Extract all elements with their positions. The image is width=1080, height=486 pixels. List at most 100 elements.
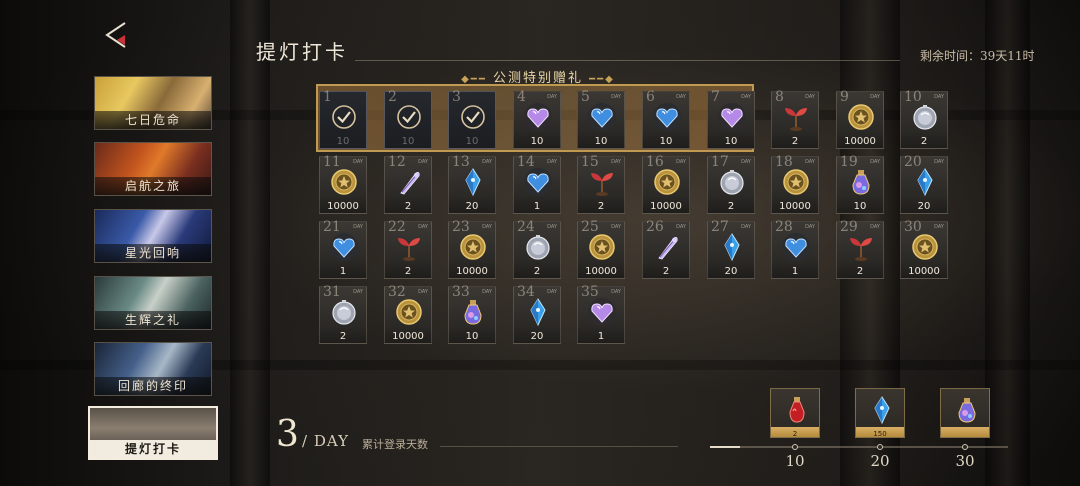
blue-heart-icon — [523, 167, 553, 197]
milestone-reward-30[interactable] — [940, 388, 990, 438]
reward-card-day-29[interactable]: 29 DAY 2 — [836, 219, 884, 279]
reward-card-day-35[interactable]: 35 DAY 1 — [577, 284, 625, 344]
day-tag: DAY — [741, 159, 751, 165]
reward-card-day-28[interactable]: 28 DAY 1 — [771, 219, 819, 279]
day-tag: DAY — [418, 289, 428, 295]
reward-quantity: 2 — [404, 266, 412, 277]
reward-quantity: 10000 — [327, 201, 359, 212]
back-button[interactable] — [103, 20, 131, 50]
login-day-count: 3 — [276, 414, 299, 455]
sidebar-item-label: 星光回响 — [95, 244, 211, 262]
gold-coin-icon — [910, 232, 940, 262]
login-day-unit: / DAY — [302, 432, 349, 450]
sidebar-item-corridor[interactable]: 回廊的终印 — [94, 342, 212, 396]
reward-card-day-33[interactable]: 33 DAY 10 — [448, 284, 496, 344]
reward-card-day-19[interactable]: 19 DAY 10 — [836, 154, 884, 214]
day-tag: DAY — [611, 289, 621, 295]
reward-quantity: 20 — [465, 201, 479, 212]
reward-card-day-13[interactable]: 13 DAY 20 — [448, 154, 496, 214]
reward-card-day-27[interactable]: 27 DAY 20 — [707, 219, 755, 279]
purple-heart-icon — [717, 102, 747, 132]
reward-card-day-30[interactable]: 30 DAY 10000 — [900, 219, 948, 279]
reward-card-day-10[interactable]: 10 DAY 2 — [900, 89, 948, 149]
reward-card-day-14[interactable]: 14 DAY 1 — [513, 154, 561, 214]
day-tag: DAY — [934, 224, 944, 230]
reward-card-day-21[interactable]: 21 DAY 1 — [319, 219, 367, 279]
day-tag: DAY — [676, 224, 686, 230]
day-tag: DAY — [741, 94, 751, 100]
sidebar-item-radiance[interactable]: 生辉之礼 — [94, 276, 212, 330]
reward-card-day-25[interactable]: 25 DAY 10000 — [577, 219, 625, 279]
milestone-marker — [792, 444, 798, 450]
reward-quantity: 10 — [336, 136, 350, 147]
day-tag: DAY — [353, 159, 363, 165]
reward-card-day-20[interactable]: 20 DAY 20 — [900, 154, 948, 214]
milestone-reward-10[interactable]: 2 — [770, 388, 820, 438]
sidebar-item-label: 生辉之礼 — [95, 311, 211, 329]
reward-card-day-23[interactable]: 23 DAY 10000 — [448, 219, 496, 279]
day-tag: DAY — [547, 159, 557, 165]
reward-card-day-7[interactable]: 7 DAY 10 — [707, 89, 755, 149]
gold-coin-icon — [781, 167, 811, 197]
red-sprout-icon — [587, 167, 617, 197]
day-tag: DAY — [611, 224, 621, 230]
reward-quantity: 10 — [465, 331, 479, 342]
reward-card-day-16[interactable]: 16 DAY 10000 — [642, 154, 690, 214]
reward-card-day-15[interactable]: 15 DAY 2 — [577, 154, 625, 214]
quill-icon — [394, 167, 424, 197]
reward-card-day-12[interactable]: 12 DAY 2 — [384, 154, 432, 214]
reward-card-day-8[interactable]: 8 DAY 2 — [771, 89, 819, 149]
reward-quantity: 10000 — [779, 201, 811, 212]
day-tag: DAY — [482, 289, 492, 295]
reward-card-day-22[interactable]: 22 DAY 2 — [384, 219, 432, 279]
reward-card-day-32[interactable]: 32 DAY 10000 — [384, 284, 432, 344]
reward-quantity: 2 — [920, 136, 928, 147]
day-tag: DAY — [482, 159, 492, 165]
sidebar-item-starlight[interactable]: 星光回响 — [94, 209, 212, 263]
purple-heart-icon — [587, 297, 617, 327]
reward-card-day-5[interactable]: 5 DAY 10 — [577, 89, 625, 149]
blue-crystal-icon — [458, 167, 488, 197]
reward-quantity: 10 — [659, 136, 673, 147]
day-tag: DAY — [870, 159, 880, 165]
gold-coin-icon — [587, 232, 617, 262]
day-tag: DAY — [805, 159, 815, 165]
day-tag: DAY — [805, 94, 815, 100]
red-potion-icon — [782, 395, 810, 425]
sidebar-item-lantern-checkin[interactable]: 提灯打卡 — [88, 406, 218, 460]
sidebar-item-voyage[interactable]: 启航之旅 — [94, 142, 212, 196]
reward-card-day-17[interactable]: 17 DAY 2 — [707, 154, 755, 214]
reward-quantity: 10 — [594, 136, 608, 147]
reward-card-day-26[interactable]: 26 DAY 2 — [642, 219, 690, 279]
sidebar-item-seven-day[interactable]: 七日危命 — [94, 76, 212, 130]
reward-card-day-11[interactable]: 11 DAY 10000 — [319, 154, 367, 214]
reward-quantity: 10000 — [392, 331, 424, 342]
reward-card-day-18[interactable]: 18 DAY 10000 — [771, 154, 819, 214]
silver-orb-icon — [329, 297, 359, 327]
gold-coin-icon — [329, 167, 359, 197]
reward-quantity: 2 — [791, 136, 799, 147]
reward-card-day-4[interactable]: 4 DAY 10 — [513, 89, 561, 149]
reward-quantity: 2 — [597, 201, 605, 212]
background-pillar — [985, 0, 1030, 486]
reward-card-day-3[interactable]: 3 10 — [448, 89, 496, 149]
day-tag: DAY — [353, 289, 363, 295]
title-divider — [355, 60, 900, 61]
day-tag: DAY — [934, 159, 944, 165]
reward-card-day-24[interactable]: 24 DAY 2 — [513, 219, 561, 279]
day-tag: DAY — [418, 159, 428, 165]
sidebar-item-label: 回廊的终印 — [95, 377, 211, 395]
reward-card-day-2[interactable]: 2 10 — [384, 89, 432, 149]
claimed-check-icon — [394, 102, 424, 132]
reward-card-day-9[interactable]: 9 DAY 10000 — [836, 89, 884, 149]
reward-card-day-34[interactable]: 34 DAY 20 — [513, 284, 561, 344]
login-day-label: 累计登录天数 — [362, 438, 428, 451]
potion-icon — [952, 395, 980, 425]
potion-icon — [458, 297, 488, 327]
reward-card-day-6[interactable]: 6 DAY 10 — [642, 89, 690, 149]
milestone-reward-20[interactable]: 150 — [855, 388, 905, 438]
reward-card-day-31[interactable]: 31 DAY 2 — [319, 284, 367, 344]
reward-quantity: 1 — [597, 331, 605, 342]
day-tag: DAY — [676, 94, 686, 100]
reward-card-day-1[interactable]: 1 10 — [319, 89, 367, 149]
